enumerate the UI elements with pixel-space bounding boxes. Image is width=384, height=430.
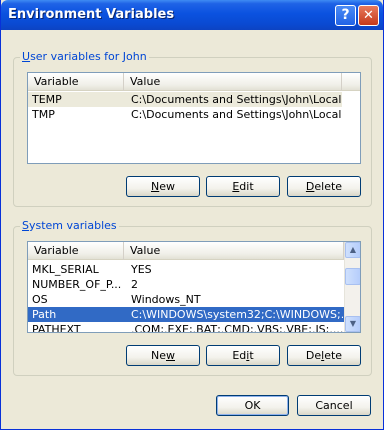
system-variables-scrollbar[interactable]: ▲ ▼ [344, 242, 360, 332]
user-variables-group: User variables for John Variable Value T… [13, 50, 372, 207]
variable-value: 2 [131, 278, 138, 291]
variable-value: Windows_NT [131, 293, 201, 306]
close-icon: ✕ [363, 8, 374, 23]
variable-name: TMP [32, 108, 55, 121]
ok-button[interactable]: OK [216, 395, 289, 416]
window-title: Environment Variables [8, 7, 175, 22]
close-button[interactable]: ✕ [358, 5, 379, 26]
variable-value: .COM;.EXE;.BAT;.CMD;.VBS;.VBE;.JS;.... [131, 323, 343, 333]
user-new-button[interactable]: New [126, 176, 200, 197]
scroll-up-button[interactable]: ▲ [345, 242, 360, 258]
variable-value: YES [131, 263, 152, 276]
system-variables-group: System variables Variable Value MKL_SERI… [13, 219, 372, 376]
help-icon: ? [341, 7, 350, 23]
variable-value: C:\WINDOWS\system32;C:\WINDOWS;... [131, 308, 343, 321]
user-variables-header: Variable Value [28, 73, 360, 91]
list-item[interactable]: NUMBER_OF_P... 2 [28, 277, 344, 292]
system-edit-button[interactable]: Edit [206, 345, 280, 366]
help-button[interactable]: ? [335, 5, 356, 26]
variable-name: OS [32, 293, 48, 306]
variable-value: C:\Documents and Settings\John\Local ... [131, 93, 343, 106]
column-header-variable[interactable]: Variable [28, 242, 124, 260]
variable-name: MKL_SERIAL [32, 263, 99, 276]
user-variables-group-title: User variables for John [20, 50, 149, 63]
list-item[interactable]: OS Windows_NT [28, 292, 344, 307]
chevron-down-icon: ▼ [349, 319, 357, 328]
scroll-thumb[interactable] [345, 268, 360, 285]
scroll-down-button[interactable]: ▼ [345, 316, 360, 332]
column-header-variable[interactable]: Variable [28, 73, 124, 91]
title-bar[interactable]: Environment Variables ? ✕ [1, 0, 383, 30]
user-delete-button[interactable]: Delete [287, 176, 361, 197]
list-item[interactable]: PATHEXT .COM;.EXE;.BAT;.CMD;.VBS;.VBE;.J… [28, 322, 344, 333]
user-edit-button[interactable]: Edit [206, 176, 280, 197]
variable-name: TEMP [32, 93, 62, 106]
system-variables-header: Variable Value [28, 242, 344, 260]
system-new-button[interactable]: New [126, 345, 200, 366]
variable-name: PATHEXT [32, 323, 81, 333]
list-item[interactable]: TEMP C:\Documents and Settings\John\Loca… [28, 92, 343, 107]
system-delete-button[interactable]: Delete [287, 345, 361, 366]
system-variables-list[interactable]: Variable Value MKL_SERIAL YES NUMBER_OF_… [27, 241, 361, 333]
list-item-selected[interactable]: Path C:\WINDOWS\system32;C:\WINDOWS;... [28, 307, 344, 322]
environment-variables-dialog: Environment Variables ? ✕ User variables… [0, 0, 384, 430]
chevron-up-icon: ▲ [349, 245, 357, 254]
cancel-button[interactable]: Cancel [297, 395, 371, 416]
list-item[interactable]: TMP C:\Documents and Settings\John\Local… [28, 107, 343, 122]
variable-name: Path [32, 308, 57, 321]
column-header-value[interactable]: Value [124, 242, 344, 260]
user-variables-list[interactable]: Variable Value TEMP C:\Documents and Set… [27, 72, 361, 164]
system-variables-group-title: System variables [20, 219, 119, 232]
column-header-value[interactable]: Value [124, 73, 342, 91]
list-item[interactable]: MKL_SERIAL YES [28, 262, 344, 277]
variable-value: C:\Documents and Settings\John\Local ... [131, 108, 343, 121]
variable-name: NUMBER_OF_P... [32, 278, 122, 291]
